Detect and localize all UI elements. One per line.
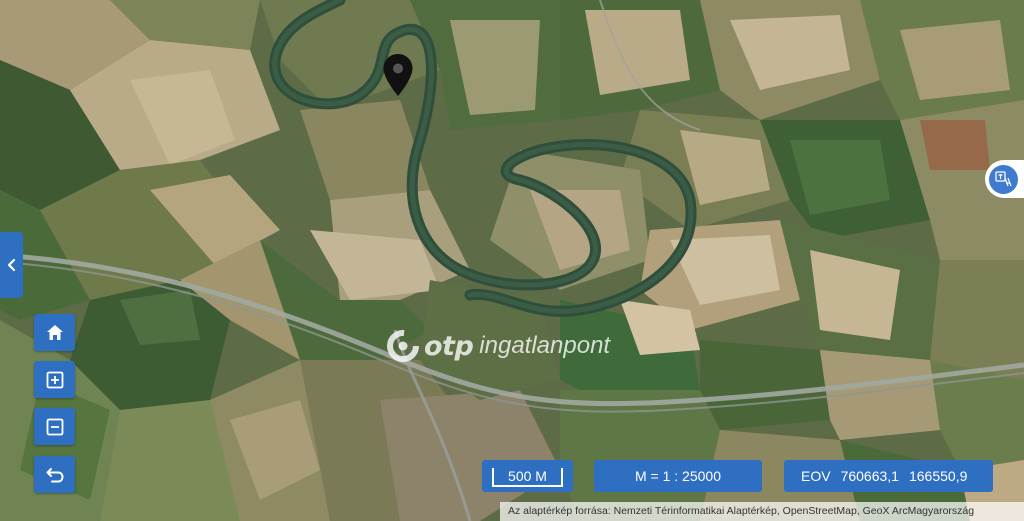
translate-icon bbox=[994, 171, 1012, 187]
satellite-map[interactable] bbox=[0, 0, 1024, 521]
map-pin-icon[interactable] bbox=[382, 53, 414, 97]
y-coordinate: 166550,9 bbox=[908, 468, 968, 484]
translate-button[interactable] bbox=[985, 160, 1024, 198]
map-imagery bbox=[0, 0, 1024, 521]
plus-square-icon bbox=[46, 371, 63, 388]
scale-ratio-label: M = 1 : 25000 bbox=[634, 468, 721, 484]
zoom-out-button[interactable] bbox=[34, 408, 75, 445]
watermark-brand: otp bbox=[424, 330, 474, 362]
sidebar-toggle-button[interactable] bbox=[0, 232, 23, 298]
scale-bar: 500 M bbox=[482, 460, 573, 492]
minus-square-icon bbox=[46, 418, 63, 435]
chevron-left-icon bbox=[7, 258, 15, 272]
zoom-in-button[interactable] bbox=[34, 361, 75, 398]
scale-ratio-display: M = 1 : 25000 bbox=[594, 460, 762, 492]
map-attribution: Az alaptérkép forrása: Nemzeti Térinform… bbox=[500, 502, 1024, 521]
otp-logo-icon bbox=[387, 330, 419, 362]
watermark-product: ingatlanpont bbox=[479, 332, 611, 359]
otp-ingatlanpont-watermark: otp ingatlanpont bbox=[386, 326, 610, 366]
x-coordinate: 760663,1 bbox=[840, 468, 899, 484]
coordinate-display: EOV 760663,1 166550,9 bbox=[784, 460, 993, 492]
home-icon bbox=[46, 325, 63, 340]
home-button[interactable] bbox=[34, 314, 75, 351]
crs-label: EOV bbox=[801, 468, 831, 484]
undo-arrow-icon bbox=[46, 467, 64, 482]
scale-label: 500 M bbox=[492, 467, 563, 487]
back-button[interactable] bbox=[34, 456, 75, 493]
